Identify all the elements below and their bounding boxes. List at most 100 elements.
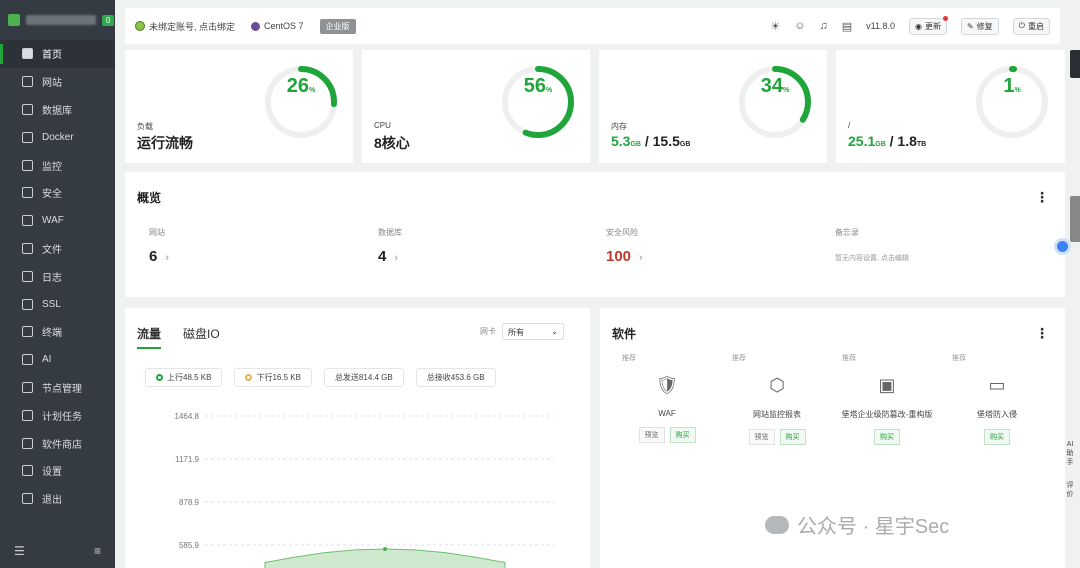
software-item[interactable]: 推荐 ▭ 堡塔防入侵购买	[942, 353, 1052, 445]
memory-card[interactable]: 34% 内存 5.3GB / 15.5GB	[599, 50, 827, 163]
more-icon[interactable]: ⋮	[1035, 189, 1049, 206]
shield-icon	[22, 187, 33, 199]
cpu-card[interactable]: 56% CPU 8核心	[362, 50, 590, 163]
log-icon	[22, 270, 33, 282]
disk-card[interactable]: 1% / 25.1GB / 1.8TB	[836, 50, 1065, 163]
sidebar-item-3[interactable]: Docker	[0, 123, 115, 151]
version-label: v11.8.0	[866, 21, 895, 31]
sidebar-item-14[interactable]: 软件商店	[0, 429, 115, 457]
more-icon[interactable]: ⋮	[1035, 325, 1049, 342]
waf-icon	[22, 215, 33, 227]
repair-button[interactable]: ✎ 修复	[960, 17, 999, 35]
notes-icon[interactable]: ▤	[842, 20, 852, 33]
preview-button[interactable]: 预览	[748, 429, 775, 445]
buy-button[interactable]: 购买	[874, 429, 900, 445]
sidebar-menu: 首页网站数据库 Docker 监控安全 WAF 文件日志 SSL 终端 AI 节点管理计划任务软…	[0, 40, 115, 513]
sidebar-item-label: 日志	[42, 272, 62, 284]
sidebar-item-label: 设置	[42, 467, 62, 479]
sidebar-item-label: WAF	[42, 215, 64, 227]
overview-sites[interactable]: 网站 6 ›	[149, 227, 169, 265]
sidebar: 0 首页 网站 数据库 Docker 监控 安全 WAF 文件 日志 SSL 终端 AI 节点管理 计划任…	[0, 0, 115, 568]
sidebar-item-label: 文件	[42, 244, 62, 256]
sun-icon[interactable]: ☀	[770, 20, 780, 33]
sidebar-item-13[interactable]: 计划任务	[0, 401, 115, 429]
sidebar-item-2[interactable]: 数据库	[0, 96, 115, 124]
update-dot	[942, 15, 948, 21]
cube-icon: ⬡	[769, 375, 785, 395]
sidebar-item-1[interactable]: 网站	[0, 68, 115, 96]
calendar-icon	[22, 409, 33, 421]
data-point[interactable]	[383, 547, 387, 551]
collapse-icon[interactable]: ☰	[14, 544, 25, 558]
intrusion-icon: ▭	[988, 375, 1006, 395]
sidebar-item-label: 网站	[42, 78, 62, 90]
software-item[interactable]: 推荐 ▣ 堡塔企业级防篡改-重构版 购买	[832, 353, 942, 445]
buy-button[interactable]: 购买	[669, 427, 696, 443]
user-bind-link[interactable]: 未绑定账号, 点击绑定	[135, 20, 235, 33]
tamper-proof-icon: ▣	[878, 375, 896, 395]
software-name: 网站监控报表	[753, 410, 801, 419]
power-icon: ⏻	[1018, 21, 1025, 30]
node-icon	[22, 381, 33, 393]
buy-button[interactable]: 购买	[779, 429, 806, 445]
sidebar-item-label: 终端	[42, 328, 62, 340]
support-icon[interactable]: ☺	[794, 20, 805, 32]
sidebar-item-label: 计划任务	[42, 411, 82, 423]
terminal-icon	[22, 326, 33, 338]
load-card[interactable]: 26% 负载 运行流畅	[125, 50, 353, 163]
software-tag: 推荐	[732, 355, 746, 362]
edge-tab-top[interactable]	[1070, 50, 1080, 78]
sidebar-item-9[interactable]: SSL	[0, 290, 115, 318]
sidebar-item-5[interactable]: 安全	[0, 179, 115, 207]
sidebar-item-15[interactable]: 设置	[0, 457, 115, 485]
sidebar-footer: ☰ ≡	[0, 544, 115, 558]
software-name: 堡塔防入侵	[977, 410, 1017, 419]
y-tick-label: 585.9	[179, 541, 200, 550]
sidebar-item-11[interactable]: AI	[0, 346, 115, 374]
float-assistant-icon[interactable]	[1054, 238, 1071, 255]
memory-percent: 34%	[760, 75, 790, 97]
buy-button[interactable]: 购买	[984, 429, 1010, 445]
edge-tab-scroll[interactable]	[1070, 196, 1080, 242]
overview-memo[interactable]: 备忘录 暂无内容设置, 点击编辑	[835, 227, 909, 263]
y-tick-label: 1171.9	[175, 455, 199, 464]
overview-security-risk[interactable]: 安全风险 100 ›	[606, 227, 643, 265]
sidebar-item-7[interactable]: 文件	[0, 235, 115, 263]
restart-button[interactable]: ⏻ 重启	[1012, 17, 1050, 35]
user-label: 未绑定账号, 点击绑定	[149, 21, 236, 32]
sidebar-item-6[interactable]: WAF	[0, 207, 115, 235]
sidebar-item-10[interactable]: 终端	[0, 318, 115, 346]
cpu-label: CPU	[374, 121, 391, 130]
sidebar-item-label: 监控	[42, 161, 62, 173]
edition-badge[interactable]: 企业版	[319, 18, 356, 34]
server-name-blurred	[26, 15, 96, 25]
ai-helper-button[interactable]: AI 助 手 评 价	[1062, 440, 1078, 499]
menu-icon[interactable]: ≡	[94, 544, 101, 558]
sidebar-item-0[interactable]: 首页	[0, 40, 115, 68]
software-tag: 推荐	[622, 355, 636, 362]
chevron-right-icon: ›	[394, 252, 399, 264]
sidebar-item-label: 数据库	[42, 105, 72, 117]
software-card: 软件 ⋮ 推荐 🛡 WAF 预览 购买 推荐 ⬡ 网站监控报表 预览 购买 推荐 ▣ 堡塔企业级防篡改-…	[600, 308, 1065, 568]
overview-title: 概览	[137, 191, 162, 205]
sidebar-item-label: 节点管理	[42, 383, 82, 395]
os-label: CentOS 7	[264, 21, 304, 31]
overview-databases[interactable]: 数据库 4 ›	[378, 227, 402, 265]
software-tag: 推荐	[842, 355, 856, 362]
software-tag: 推荐	[952, 355, 966, 362]
update-button[interactable]: ◉ 更新	[908, 15, 948, 35]
sidebar-item-16[interactable]: 退出	[0, 485, 115, 513]
software-item[interactable]: 推荐 ⬡ 网站监控报表预览 购买	[722, 353, 832, 445]
bell-icon[interactable]: ♫	[819, 20, 827, 32]
preview-button[interactable]: 预览	[638, 427, 665, 443]
sidebar-item-4[interactable]: 监控	[0, 151, 115, 179]
sidebar-item-8[interactable]: 日志	[0, 262, 115, 290]
software-item[interactable]: 推荐 🛡 WAF 预览 购买	[612, 353, 722, 443]
disk-label: /	[848, 121, 851, 130]
logout-icon	[22, 493, 33, 505]
waf-shield-icon: 🛡	[655, 375, 679, 395]
os-info: CentOS 7	[251, 21, 304, 31]
memory-value: 5.3GB / 15.5GB	[611, 133, 691, 149]
folder-icon	[22, 242, 33, 254]
sidebar-item-12[interactable]: 节点管理	[0, 374, 115, 402]
